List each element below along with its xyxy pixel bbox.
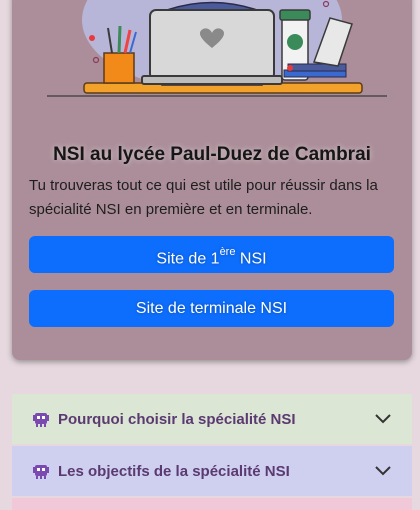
- intro-text: Tu trouveras tout ce qui est utile pour …: [29, 177, 378, 218]
- first-year-site-suffix: NSI: [235, 250, 267, 268]
- alien-monster-icon: [33, 413, 49, 427]
- accordion-label: Pourquoi choisir la spécialité NSI: [58, 410, 296, 428]
- alien-monster-icon: [33, 465, 49, 479]
- hero-card: NSI au lycée Paul-Duez de Cambrai Tu tro…: [12, 0, 412, 360]
- terminale-site-button[interactable]: Site de terminale NSI: [29, 290, 394, 327]
- chevron-down-icon[interactable]: [374, 465, 392, 477]
- accordion-label: Les objectifs de la spécialité NSI: [58, 462, 290, 480]
- first-year-site-button[interactable]: Site de 1ère NSI: [29, 236, 394, 273]
- accordion-item-partial[interactable]: [12, 498, 412, 510]
- first-year-site-prefix: Site de 1: [156, 250, 220, 268]
- workspace-illustration: [47, 0, 387, 97]
- first-year-site-sup: ère: [219, 246, 236, 258]
- accordion-item-why-nsi[interactable]: Pourquoi choisir la spécialité NSI: [12, 394, 412, 444]
- page-title: NSI au lycée Paul-Duez de Cambrai: [53, 144, 371, 165]
- accordion-item-objectives[interactable]: Les objectifs de la spécialité NSI: [12, 446, 412, 496]
- chevron-down-icon[interactable]: [374, 413, 392, 425]
